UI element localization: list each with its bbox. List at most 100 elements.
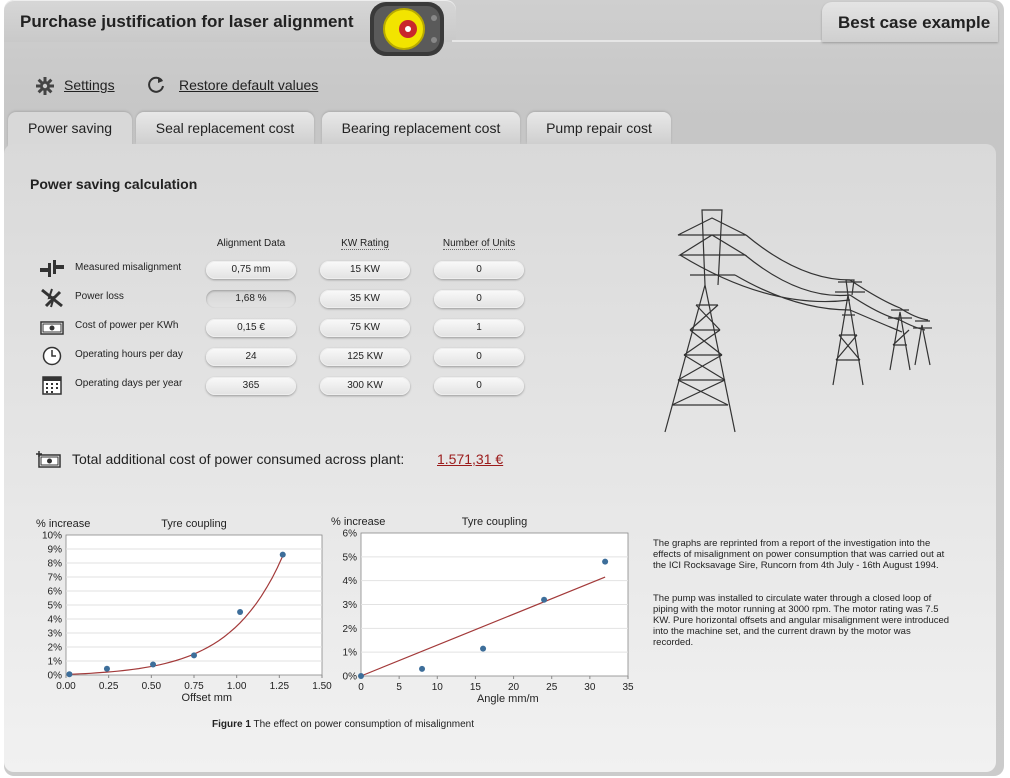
best-case-label: Best case example — [838, 13, 991, 32]
power-loss-field: 1,68 % — [206, 290, 296, 308]
tab-pump-repair[interactable]: Pump repair cost — [527, 112, 671, 144]
offset-chart: 0% 1% 2% 3% 4% 5% 6% 7% 8% 9% 10% 0.00 0.25 0.50 0.75 1… — [36, 518, 332, 704]
data-point — [419, 665, 426, 672]
data-point — [480, 645, 487, 652]
x-tick-label: 15 — [470, 682, 482, 693]
number-of-units-header: Number of Units — [442, 238, 516, 250]
row-label-hours: Operating hours per day — [75, 349, 183, 360]
chart-title: Tyre coupling — [161, 518, 226, 530]
total-cost-label: Total additional cost of power consumed … — [72, 451, 405, 467]
x-tick-label: 5 — [396, 682, 402, 693]
description-paragraph-1: The graphs are reprinted from a report o… — [653, 538, 945, 571]
x-axis-label: Offset mm — [182, 692, 233, 704]
y-tick-label: 4% — [343, 576, 358, 587]
kw-rating-field: 15 KW — [320, 261, 410, 279]
clock-icon — [42, 346, 62, 366]
row-label-cost: Cost of power per KWh — [75, 320, 179, 331]
row-label-power-loss: Power loss — [75, 291, 124, 302]
settings-link[interactable]: Settings — [64, 77, 115, 93]
y-tick-label: 10% — [42, 531, 62, 542]
power-loss-icon — [41, 288, 63, 308]
misalignment-field[interactable]: 0,75 mm — [206, 261, 296, 279]
data-point — [103, 665, 110, 672]
power-pylons-image — [664, 209, 932, 433]
data-point — [602, 558, 609, 565]
y-axis-label: % increase — [36, 518, 90, 530]
alignment-data-header: Alignment Data — [216, 238, 286, 249]
x-tick-label: 20 — [508, 682, 520, 693]
kw-rating-field: 75 KW — [320, 319, 410, 337]
x-tick-label: 35 — [622, 682, 634, 693]
days-per-year-field[interactable]: 365 — [206, 377, 296, 395]
misalignment-icon — [40, 260, 64, 277]
y-tick-label: 4% — [48, 615, 63, 626]
figure-caption: Figure 1 The effect on power consumption… — [212, 719, 474, 730]
restore-icon[interactable] — [146, 75, 166, 95]
app-title: Purchase justification for laser alignme… — [20, 12, 354, 31]
y-tick-label: 0% — [343, 672, 358, 683]
tab-label: Bearing replacement cost — [341, 120, 501, 136]
y-tick-label: 5% — [48, 601, 63, 612]
tab-seal-replacement[interactable]: Seal replacement cost — [136, 112, 314, 144]
x-tick-label: 10 — [432, 682, 444, 693]
y-tick-label: 2% — [48, 643, 63, 654]
y-tick-label: 6% — [48, 587, 63, 598]
data-point — [279, 551, 286, 558]
data-point — [150, 661, 157, 668]
description-paragraph-2: The pump was installed to circulate wate… — [653, 593, 950, 648]
total-cost-value[interactable]: 1.571,31 € — [437, 451, 503, 467]
restore-defaults-link[interactable]: Restore default values — [179, 77, 318, 93]
y-tick-label: 6% — [343, 529, 358, 540]
row-label-days: Operating days per year — [75, 378, 183, 389]
cost-per-kwh-field[interactable]: 0,15 € — [206, 319, 296, 337]
x-tick-label: 0 — [358, 682, 364, 693]
x-tick-label: 25 — [546, 682, 558, 693]
kw-rating-field: 125 KW — [320, 348, 410, 366]
y-tick-label: 1% — [343, 648, 358, 659]
x-tick-label: 1.00 — [227, 681, 247, 692]
header-divider — [452, 40, 822, 42]
data-point — [66, 671, 73, 678]
row-label-misalignment: Measured misalignment — [75, 262, 182, 273]
caption-bold: Figure 1 — [212, 719, 251, 730]
data-point — [191, 652, 197, 659]
y-tick-label: 0% — [48, 671, 63, 682]
tab-power-saving[interactable]: Power saving — [8, 112, 132, 146]
caption-text: The effect on power consumption of misal… — [250, 719, 475, 730]
units-field[interactable]: 0 — [434, 377, 524, 395]
data-point — [237, 609, 244, 615]
kw-rating-header: KW Rating — [341, 238, 389, 250]
x-tick-label: 0.75 — [184, 681, 204, 692]
y-tick-label: 1% — [48, 657, 63, 668]
y-tick-label: 8% — [48, 559, 63, 570]
gear-icon[interactable] — [36, 77, 54, 95]
units-field[interactable]: 1 — [434, 319, 524, 337]
tab-label: Seal replacement cost — [155, 120, 295, 136]
y-axis-label: % increase — [331, 516, 385, 528]
kw-rating-field: 35 KW — [320, 290, 410, 308]
calendar-icon — [42, 376, 62, 395]
best-case-tab[interactable]: Best case example — [822, 2, 998, 42]
money-icon — [40, 321, 64, 335]
tab-bearing-replacement[interactable]: Bearing replacement cost — [322, 112, 520, 144]
kw-rating-field: 300 KW — [320, 377, 410, 395]
units-field[interactable]: 0 — [434, 348, 524, 366]
x-axis-label: Angle mm/m — [477, 693, 539, 705]
section-title: Power saving calculation — [30, 176, 198, 192]
x-tick-label: 30 — [584, 682, 596, 693]
data-point — [358, 673, 364, 679]
angle-chart: 0% 1% 2% 3% 4% 5% 6% 0 5 10 15 20 25 30 35 % increase Ty… — [331, 516, 634, 705]
units-field[interactable]: 0 — [434, 290, 524, 308]
tab-label: Pump repair cost — [546, 120, 652, 136]
money-stack-icon — [36, 451, 61, 468]
chart-title: Tyre coupling — [462, 516, 527, 528]
y-tick-label: 9% — [48, 545, 63, 556]
x-tick-label: 0.25 — [99, 681, 119, 692]
units-field[interactable]: 0 — [434, 261, 524, 279]
hours-per-day-field[interactable]: 24 — [206, 348, 296, 366]
y-tick-label: 3% — [48, 629, 63, 640]
y-tick-label: 3% — [343, 600, 358, 611]
x-tick-label: 1.25 — [270, 681, 290, 692]
tab-label: Power saving — [27, 120, 113, 136]
y-tick-label: 2% — [343, 624, 358, 635]
